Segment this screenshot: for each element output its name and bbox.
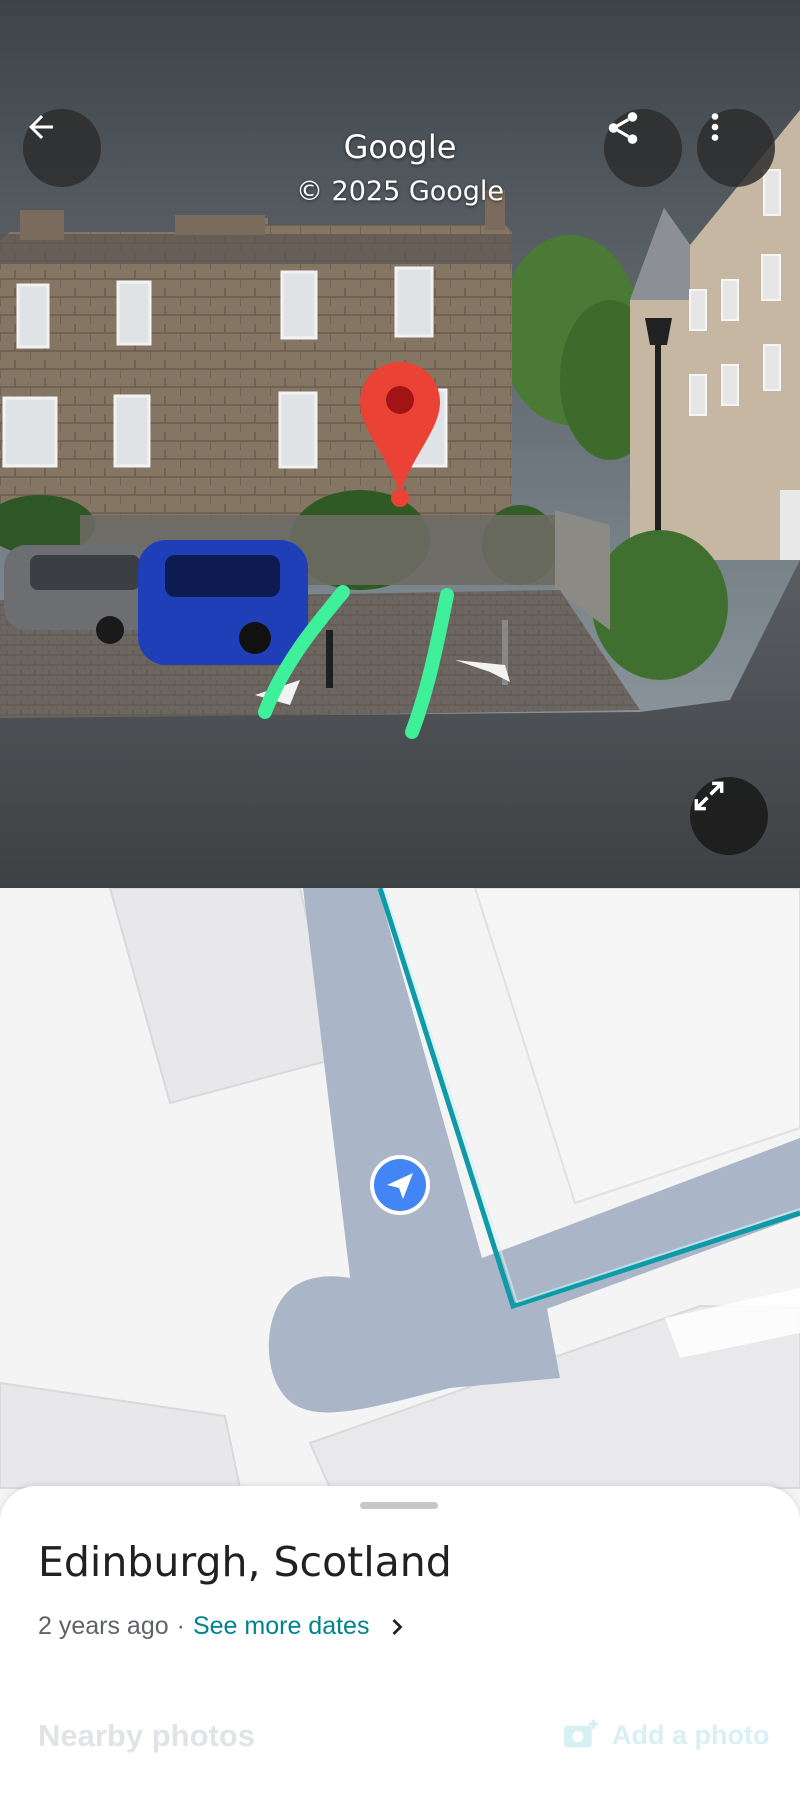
more-options-button[interactable] (697, 109, 775, 187)
street-view-panorama[interactable]: Google © 2025 Google (0, 0, 800, 888)
add-photo-button[interactable]: Add a photo (562, 1718, 769, 1752)
drag-handle[interactable] (360, 1502, 438, 1509)
share-icon (608, 112, 638, 144)
add-photo-label: Add a photo (612, 1719, 770, 1750)
expand-button[interactable] (690, 777, 768, 855)
share-button[interactable] (604, 109, 682, 187)
copyright-text: © 2025 Google (295, 176, 505, 207)
arrow-left-icon (29, 115, 53, 139)
date-info: 2 years ago · See more dates (38, 1612, 411, 1641)
back-button[interactable] (23, 109, 101, 187)
see-more-dates-link[interactable]: See more dates (193, 1612, 370, 1641)
capture-age: 2 years ago (38, 1612, 169, 1640)
add-photo-icon (564, 1719, 598, 1748)
current-location-icon (370, 1155, 430, 1215)
place-title: Edinburgh, Scotland (38, 1538, 452, 1586)
expand-icon (694, 781, 724, 811)
chevron-right-icon[interactable] (383, 1613, 411, 1641)
nearby-photos-heading: Nearby photos (38, 1718, 256, 1753)
more-vert-icon (711, 113, 719, 141)
place-info-sheet[interactable]: Edinburgh, Scotland 2 years ago · See mo… (0, 1486, 800, 1806)
separator: · (176, 1612, 185, 1640)
